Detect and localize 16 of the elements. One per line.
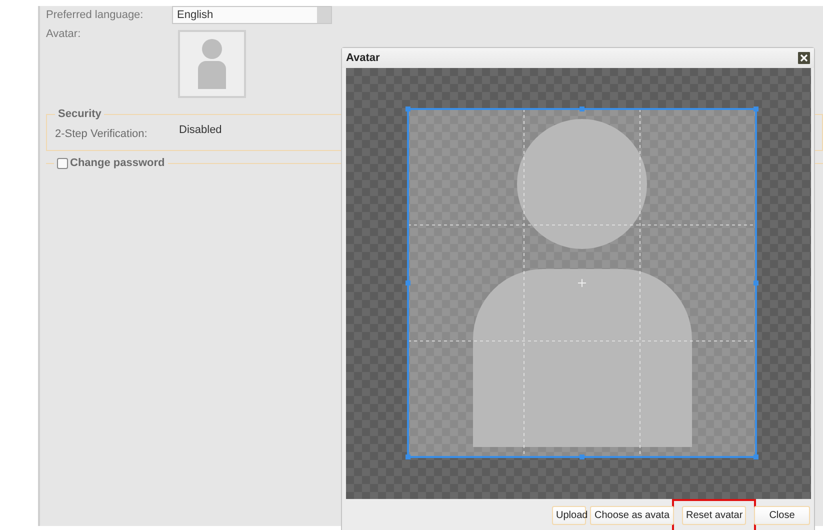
checkbox[interactable] xyxy=(57,158,68,168)
field-label: Avatar: xyxy=(46,27,82,42)
dialog-button[interactable]: Upload xyxy=(552,506,586,525)
dialog-title: Avatar xyxy=(346,52,380,64)
field-value: Disabled xyxy=(179,124,222,138)
checkbox-label[interactable]: Change password xyxy=(70,157,165,169)
section-legend: Security xyxy=(55,108,104,120)
dialog-button[interactable]: Choose as avata xyxy=(590,506,674,525)
field-label: 2-Step Verification: xyxy=(55,127,148,140)
crop-frame[interactable] xyxy=(406,106,758,460)
close-icon[interactable] xyxy=(798,52,810,64)
dialog-button[interactable]: Reset avatar xyxy=(682,506,746,525)
dialog-button[interactable]: Close xyxy=(754,506,810,525)
field-label: Preferred language: xyxy=(46,9,144,21)
language-dropdown[interactable]: English xyxy=(172,6,332,24)
avatar-thumbnail[interactable] xyxy=(178,30,246,98)
